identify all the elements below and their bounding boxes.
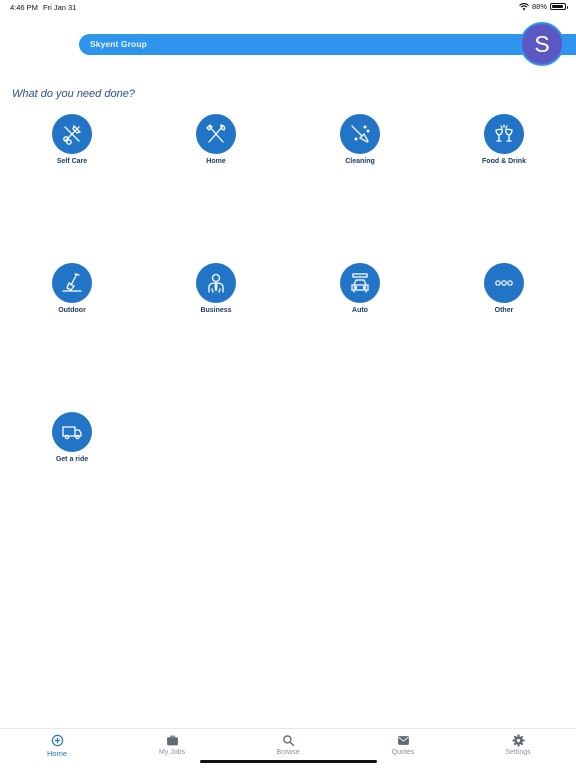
status-time: 4:46 PM [10,3,38,12]
avatar[interactable]: S [520,22,564,66]
tab-home[interactable]: Home [27,734,87,758]
category-label: Outdoor [58,307,86,314]
status-bar: 4:46 PM Fri Jan 31 88% [0,0,576,14]
car-wash-icon [340,263,380,303]
tab-quotes[interactable]: Quotes [373,734,433,756]
tab-label: Browse [276,749,300,756]
page-prompt: What do you need done? [12,88,135,100]
status-indicators: 88% [519,2,568,11]
company-bar[interactable]: Skyent Group [79,34,576,55]
tab-my-jobs[interactable]: My Jobs [142,734,202,756]
tab-label: Home [46,749,67,758]
company-name: Skyent Group [90,39,147,49]
broom-icon [340,114,380,154]
category-label: Cleaning [345,158,375,165]
gear-icon [512,734,524,747]
plus-circle-icon [51,734,63,747]
tab-label: Quotes [391,749,415,756]
category-get-a-ride[interactable]: Get a ride [27,412,117,463]
category-label: Home [206,158,226,165]
magnifier-icon [282,735,294,747]
tab-browse[interactable]: Browse [258,734,318,756]
self-care-icon [52,114,92,154]
wifi-icon [519,2,529,10]
category-other[interactable]: Other [459,263,549,314]
category-home[interactable]: Home [171,114,261,165]
van-icon [52,412,92,452]
battery-icon [550,3,568,10]
category-label: Self Care [56,158,88,165]
tab-label: Settings [505,749,531,756]
category-label: Auto [352,307,368,314]
home-indicator[interactable] [200,760,377,763]
tab-label: My Jobs [158,749,186,756]
glasses-icon [484,114,524,154]
category-label: Food & Drink [482,158,526,165]
more-icon [484,263,524,303]
category-outdoor[interactable]: Outdoor [27,263,117,314]
category-label: Get a ride [55,456,89,463]
tab-settings[interactable]: Settings [488,734,548,756]
category-self-care[interactable]: Self Care [27,114,117,165]
shovel-icon [52,263,92,303]
battery-percent: 88% [531,2,547,11]
businessman-icon [196,263,236,303]
tools-icon [196,114,236,154]
battery-level [552,5,563,8]
category-auto[interactable]: Auto [315,263,405,314]
briefcase-icon [166,735,178,746]
category-label: Other [494,307,514,314]
status-date: Fri Jan 31 [43,3,77,12]
category-label: Business [200,307,232,314]
category-business[interactable]: Business [171,263,261,314]
category-food-drink[interactable]: Food & Drink [459,114,549,165]
category-cleaning[interactable]: Cleaning [315,114,405,165]
envelope-icon [397,736,409,745]
